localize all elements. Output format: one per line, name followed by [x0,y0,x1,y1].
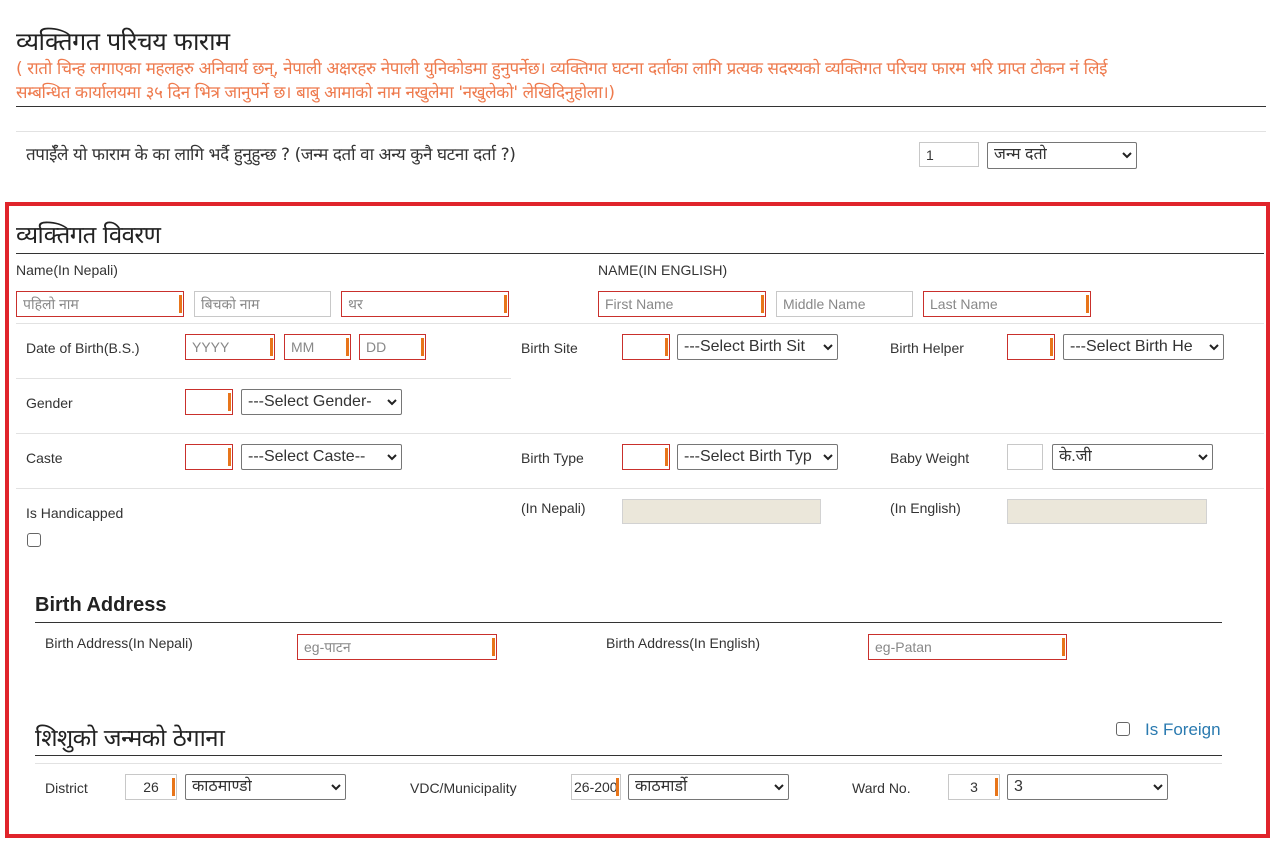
baby-weight-label: Baby Weight [890,450,970,466]
birth-site-select[interactable]: ---Select Birth Sit [677,334,838,360]
birth-site-code-input[interactable] [622,334,670,360]
chevron-down-icon [1198,453,1208,461]
is-foreign-label[interactable]: Is Foreign [1145,720,1221,740]
chevron-down-icon [1122,151,1132,159]
names-divider [16,323,1264,324]
purpose-code-input[interactable]: 1 [919,142,979,167]
vdc-label: VDC/Municipality [410,780,517,796]
personal-section-title: व्यक्तिगत विवरण [16,221,161,249]
district-select[interactable]: काठमाण्डो [185,774,346,800]
district-code-input[interactable]: 26 [125,774,177,800]
dob-day-input[interactable]: DD [359,334,426,360]
chevron-down-icon [1209,343,1219,351]
gender-select[interactable]: ---Select Gender- [241,389,402,415]
last-name-english-input[interactable]: Last Name [923,291,1091,317]
middle-name-english-input[interactable]: Middle Name [776,291,913,317]
purpose-type-selected: जन्म दतो [994,146,1047,163]
caste-selected: ---Select Caste-- [248,448,366,465]
in-english-readonly-field [1007,499,1207,524]
caste-divider [16,488,1264,489]
header-divider [16,106,1266,107]
in-nepali-label: (In Nepali) [521,500,586,516]
dob-label: Date of Birth(B.S.) [26,340,140,356]
birth-place-subdivider [35,763,1222,764]
personal-section-divider [16,253,1264,254]
birth-helper-selected: ---Select Birth He [1070,338,1193,355]
vdc-code-input[interactable]: 26-200 [571,774,621,800]
in-nepali-readonly-field [622,499,821,524]
vdc-selected: काठमार्डो [635,778,688,795]
dob-divider [16,378,511,379]
last-name-nepali-input[interactable]: थर [341,291,509,317]
first-name-nepali-input[interactable]: पहिलो नाम [16,291,184,317]
chevron-down-icon [387,453,397,461]
caste-code-input[interactable] [185,444,233,470]
birth-address-title: Birth Address [35,594,167,616]
birth-type-selected: ---Select Birth Typ [684,448,812,465]
ward-select[interactable]: 3 [1007,774,1168,800]
birth-place-divider [35,755,1222,756]
birth-type-select[interactable]: ---Select Birth Typ [677,444,838,470]
birth-address-nepali-input[interactable]: eg-पाटन [297,634,497,660]
ward-selected: 3 [1014,778,1023,795]
handicapped-label: Is Handicapped [26,505,124,521]
purpose-divider [16,131,1266,132]
dob-year-input[interactable]: YYYY [185,334,275,360]
birth-address-english-label: Birth Address(In English) [606,635,761,651]
gender-code-input[interactable] [185,389,233,415]
chevron-down-icon [823,453,833,461]
gender-divider [16,433,1264,434]
caste-label: Caste [26,450,63,466]
gender-label: Gender [26,395,73,411]
birth-helper-code-input[interactable] [1007,334,1055,360]
baby-weight-unit-select[interactable]: के.जी [1052,444,1213,470]
birth-type-label: Birth Type [521,450,584,466]
gender-selected: ---Select Gender- [248,393,372,410]
birth-helper-select[interactable]: ---Select Birth He [1063,334,1224,360]
birth-site-label: Birth Site [521,340,578,356]
purpose-type-select[interactable]: जन्म दतो [987,142,1137,169]
district-selected: काठमाण्डो [192,778,252,795]
chevron-down-icon [774,783,784,791]
first-name-english-input[interactable]: First Name [598,291,766,317]
birth-type-code-input[interactable] [622,444,670,470]
birth-site-selected: ---Select Birth Sit [684,338,805,355]
purpose-question: तपाईँले यो फाराम के का लागि भर्दै हुनुहु… [26,145,516,165]
chevron-down-icon [387,398,397,406]
dob-month-input[interactable]: MM [284,334,351,360]
notice-line-1: ( रातो चिन्ह लगाएका महलहरु अनिवार्य छन्,… [16,59,1108,79]
chevron-down-icon [823,343,833,351]
ward-code-input[interactable]: 3 [948,774,1000,800]
page-title: व्यक्तिगत परिचय फाराम [16,27,230,56]
birth-address-divider [35,622,1222,623]
name-nepali-label: Name(In Nepali) [16,262,118,278]
vdc-select[interactable]: काठमार्डो [628,774,789,800]
in-english-label: (In English) [890,500,961,516]
notice-line-2: सम्बन्धित कार्यालयमा ३५ दिन भित्र जानुपर… [16,83,615,103]
birth-address-english-input[interactable]: eg-Patan [868,634,1067,660]
middle-name-nepali-input[interactable]: बिचको नाम [194,291,331,317]
birth-address-nepali-label: Birth Address(In Nepali) [45,635,193,651]
birth-place-title: शिशुको जन्मको ठेगाना [35,724,225,752]
handicapped-checkbox[interactable] [27,533,41,547]
baby-weight-input[interactable] [1007,444,1043,470]
ward-label: Ward No. [852,780,911,796]
caste-select[interactable]: ---Select Caste-- [241,444,402,470]
instructions-notice: ( रातो चिन्ह लगाएका महलहरु अनिवार्य छन्,… [16,57,1256,105]
chevron-down-icon [1153,783,1163,791]
chevron-down-icon [331,783,341,791]
district-label: District [45,780,88,796]
name-english-label: NAME(IN ENGLISH) [598,262,728,278]
birth-helper-label: Birth Helper [890,340,964,356]
baby-weight-unit-selected: के.जी [1059,448,1092,465]
is-foreign-checkbox[interactable] [1116,722,1130,736]
